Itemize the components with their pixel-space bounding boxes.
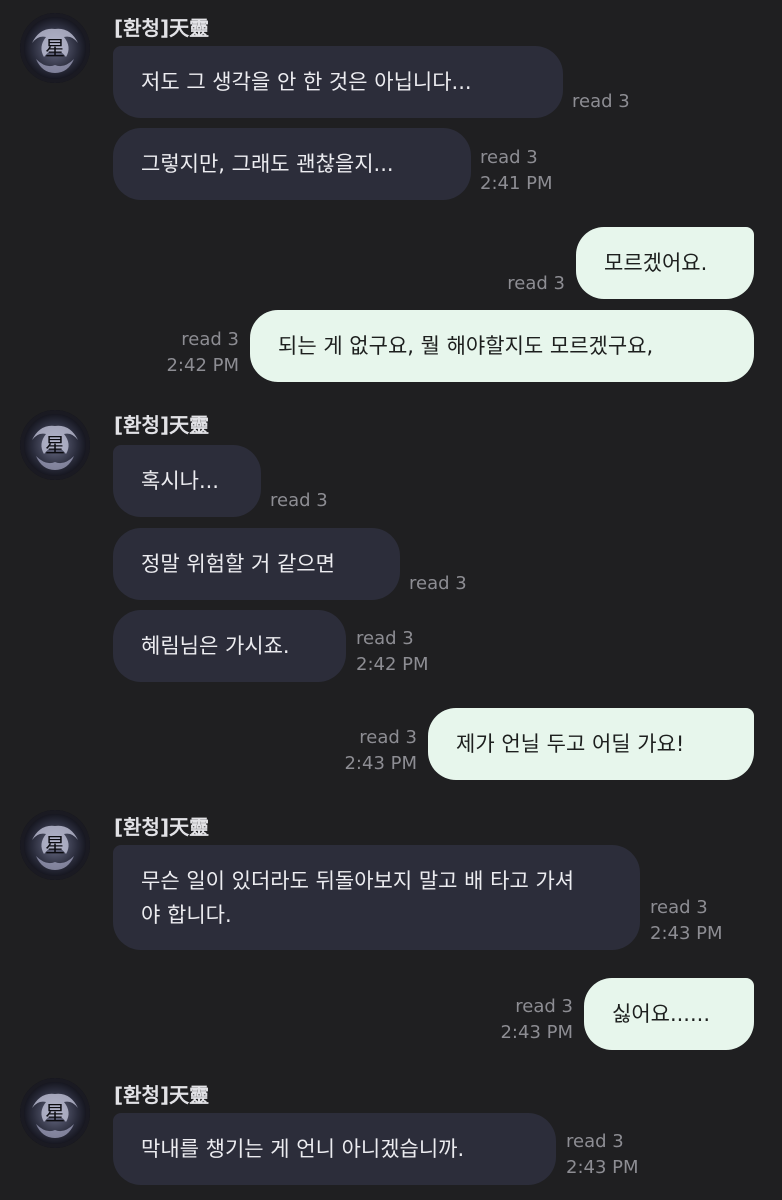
svg-text:星: 星 [45,833,65,857]
svg-text:星: 星 [45,36,65,60]
read-receipt: read 3 [359,727,417,748]
incoming-message-bubble[interactable]: 혹시나... [113,445,261,517]
read-receipt: read 3 [507,273,565,294]
timestamp: 2:43 PM [500,1022,573,1043]
read-receipt: read 3 [270,490,328,511]
message-meta: read 3 2:41 PM [480,145,553,197]
timestamp: 2:43 PM [344,753,417,774]
sender-avatar[interactable]: 星 [20,1078,90,1148]
avatar-star-emblem-icon: 星 [20,1078,90,1148]
read-receipt: read 3 [409,573,467,594]
outgoing-message-bubble[interactable]: 제가 언닐 두고 어딜 가요! [428,708,754,780]
message-meta: read 3 2:43 PM [344,725,417,777]
svg-text:星: 星 [45,1101,65,1125]
sender-avatar[interactable]: 星 [20,13,90,83]
outgoing-message-bubble[interactable]: 모르겠어요. [576,227,754,299]
outgoing-message-bubble[interactable]: 싫어요...... [584,978,754,1050]
timestamp: 2:43 PM [566,1157,639,1178]
message-meta: read 3 2:42 PM [356,626,429,678]
svg-text:星: 星 [45,433,65,457]
avatar-star-emblem-icon: 星 [20,810,90,880]
timestamp: 2:41 PM [480,173,553,194]
sender-name: [환청]天靈 [114,413,210,437]
timestamp: 2:42 PM [356,654,429,675]
sender-name: [환청]天靈 [114,1083,210,1107]
sender-name: [환청]天靈 [114,815,210,839]
timestamp: 2:43 PM [650,923,723,944]
incoming-message-bubble[interactable]: 혜림님은 가시죠. [113,610,346,682]
message-meta: read 3 2:43 PM [650,895,723,947]
message-meta: read 3 2:42 PM [166,327,239,379]
read-receipt: read 3 [480,147,538,168]
incoming-message-bubble[interactable]: 정말 위험할 거 같으면 [113,528,400,600]
incoming-message-bubble[interactable]: 저도 그 생각을 안 한 것은 아닙니다... [113,46,563,118]
read-receipt: read 3 [566,1131,624,1152]
outgoing-message-bubble[interactable]: 되는 게 없구요, 뭘 해야할지도 모르겠구요, [250,310,754,382]
incoming-message-bubble[interactable]: 무슨 일이 있더라도 뒤돌아보지 말고 배 타고 가셔야 합니다. [113,845,640,950]
incoming-message-bubble[interactable]: 막내를 챙기는 게 언니 아니겠습니까. [113,1113,556,1185]
sender-avatar[interactable]: 星 [20,410,90,480]
message-meta: read 3 2:43 PM [566,1129,639,1181]
sender-avatar[interactable]: 星 [20,810,90,880]
read-receipt: read 3 [181,329,239,350]
read-receipt: read 3 [515,996,573,1017]
read-receipt: read 3 [356,628,414,649]
message-meta: read 3 2:43 PM [500,994,573,1046]
read-receipt: read 3 [650,897,708,918]
avatar-star-emblem-icon: 星 [20,13,90,83]
read-receipt: read 3 [572,91,630,112]
timestamp: 2:42 PM [166,355,239,376]
sender-name: [환청]天靈 [114,16,210,40]
incoming-message-bubble[interactable]: 그렇지만, 그래도 괜찮을지... [113,128,471,200]
avatar-star-emblem-icon: 星 [20,410,90,480]
